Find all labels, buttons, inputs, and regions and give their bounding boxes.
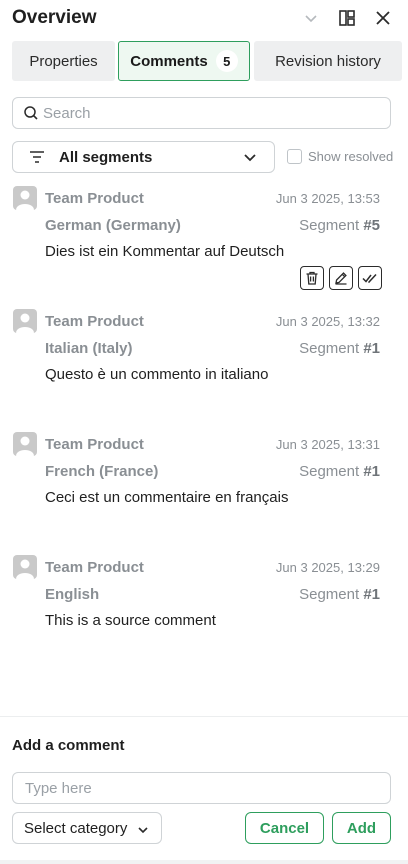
segment-number: #1 xyxy=(363,340,380,357)
comment-segment: Segment #5 xyxy=(299,217,380,234)
comment-author: Team Product xyxy=(45,190,144,207)
comment-language: Italian (Italy) xyxy=(45,340,133,357)
segment-prefix: Segment xyxy=(299,340,364,357)
comment-timestamp: Jun 3 2025, 13:53 xyxy=(275,191,380,206)
avatar xyxy=(13,555,37,579)
layout-icon[interactable] xyxy=(337,8,357,28)
comment-text: Questo è un commento in italiano xyxy=(45,366,269,383)
category-label: Select category xyxy=(24,820,128,837)
segment-prefix: Segment xyxy=(299,463,364,480)
comment-timestamp: Jun 3 2025, 13:31 xyxy=(275,437,380,452)
segment-number: #1 xyxy=(363,463,380,480)
resolve-icon[interactable] xyxy=(358,266,382,290)
tab-label: Comments xyxy=(130,52,208,70)
comment-count-badge: 5 xyxy=(215,50,238,72)
comment-author: Team Product xyxy=(45,559,144,576)
comment-timestamp: Jun 3 2025, 13:32 xyxy=(275,314,380,329)
filter-icon xyxy=(29,150,45,169)
comment-segment: Segment #1 xyxy=(299,586,380,603)
tab-bar: Properties Comments 5 Revision history xyxy=(12,41,408,81)
trash-icon[interactable] xyxy=(300,266,324,290)
category-select[interactable]: Select category xyxy=(12,812,162,844)
bottom-edge xyxy=(0,860,408,864)
show-resolved-label: Show resolved xyxy=(308,149,394,164)
edit-icon[interactable] xyxy=(329,266,353,290)
search-icon xyxy=(23,105,39,126)
add-comment-title: Add a comment xyxy=(12,737,125,754)
segment-prefix: Segment xyxy=(299,217,364,234)
segment-prefix: Segment xyxy=(299,586,364,603)
comment-timestamp: Jun 3 2025, 13:29 xyxy=(275,560,380,575)
panel-header: Overview xyxy=(0,0,408,38)
comment-language: German (Germany) xyxy=(45,217,181,234)
tab-properties[interactable]: Properties xyxy=(12,41,115,81)
comment-text: Dies ist ein Kommentar auf Deutsch xyxy=(45,243,285,260)
chevron-down-icon xyxy=(137,823,149,841)
filter-label: All segments xyxy=(59,149,153,166)
tab-label: Revision history xyxy=(275,52,381,70)
tab-comments[interactable]: Comments 5 xyxy=(118,41,250,81)
avatar xyxy=(13,186,37,210)
close-icon[interactable] xyxy=(373,8,393,28)
search-input[interactable] xyxy=(43,102,373,124)
segment-number: #5 xyxy=(363,217,380,234)
tab-revision-history[interactable]: Revision history xyxy=(254,41,402,81)
comment-text: This is a source comment xyxy=(45,612,216,629)
comment-text: Ceci est un commentaire en français xyxy=(45,489,289,506)
chevron-down-icon xyxy=(242,149,258,170)
divider xyxy=(0,716,408,717)
panel-title: Overview xyxy=(12,7,97,28)
comment-input[interactable] xyxy=(12,772,391,804)
show-resolved-checkbox[interactable] xyxy=(287,149,302,164)
avatar xyxy=(13,309,37,333)
comment-author: Team Product xyxy=(45,436,144,453)
comment-language: French (France) xyxy=(45,463,159,480)
comment-segment: Segment #1 xyxy=(299,340,380,357)
comment-author: Team Product xyxy=(45,313,144,330)
avatar xyxy=(13,432,37,456)
comment-language: English xyxy=(45,586,100,603)
chevron-down-icon[interactable] xyxy=(301,8,321,28)
search-box xyxy=(12,97,391,129)
segment-number: #1 xyxy=(363,586,380,603)
segment-filter-dropdown[interactable]: All segments xyxy=(12,141,275,173)
add-button[interactable]: Add xyxy=(332,812,391,844)
comment-segment: Segment #1 xyxy=(299,463,380,480)
cancel-button[interactable]: Cancel xyxy=(245,812,324,844)
show-resolved-toggle[interactable]: Show resolved xyxy=(287,149,393,164)
tab-label: Properties xyxy=(29,52,98,70)
comment-actions xyxy=(300,266,382,290)
